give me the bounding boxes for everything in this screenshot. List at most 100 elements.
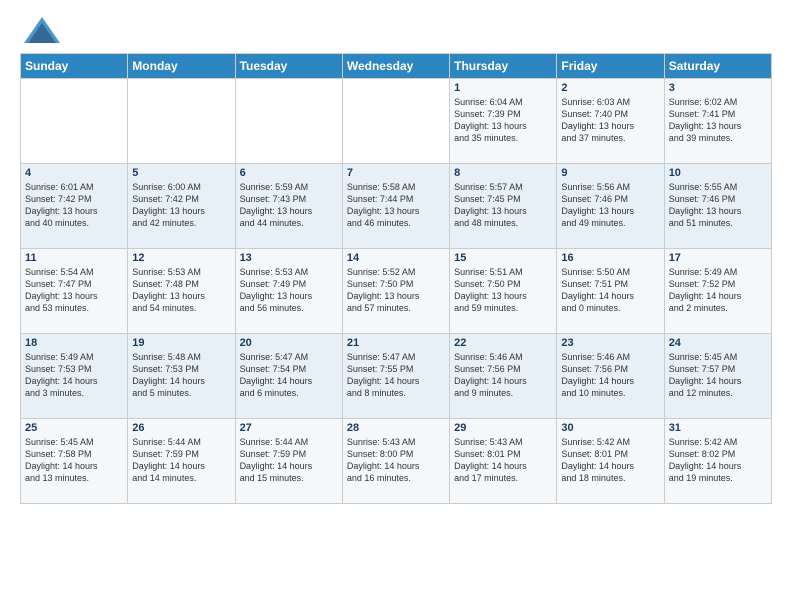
- day-number: 8: [454, 167, 552, 179]
- day-number: 20: [240, 337, 338, 349]
- day-number: 21: [347, 337, 445, 349]
- day-number: 24: [669, 337, 767, 349]
- week-row-3: 11Sunrise: 5:54 AM Sunset: 7:47 PM Dayli…: [21, 249, 772, 334]
- day-number: 10: [669, 167, 767, 179]
- day-info: Sunrise: 5:49 AM Sunset: 7:53 PM Dayligh…: [25, 351, 123, 400]
- day-cell: [21, 79, 128, 164]
- day-cell: 14 Sunrise: 5:52 AM Sunset: 7:50 PM Dayli…: [342, 249, 449, 334]
- day-cell: 13 Sunrise: 5:53 AM Sunset: 7:49 PM Dayli…: [235, 249, 342, 334]
- day-cell: 10 Sunrise: 5:55 AM Sunset: 7:46 PM Dayli…: [664, 164, 771, 249]
- day-number: 29: [454, 422, 552, 434]
- day-info: Sunrise: 6:00 AM Sunset: 7:42 PM Dayligh…: [132, 181, 230, 230]
- day-number: 22: [454, 337, 552, 349]
- day-number: 1: [454, 82, 552, 94]
- day-number: 14: [347, 252, 445, 264]
- day-cell: 22Sunrise: 5:46 AM Sunset: 7:56 PM Dayli…: [450, 334, 557, 419]
- day-info: Sunrise: 5:43 AM Sunset: 8:01 PM Dayligh…: [454, 436, 552, 485]
- day-number: 16: [561, 252, 659, 264]
- day-info: Sunrise: 5:53 AM Sunset: 7:49 PM Dayligh…: [240, 266, 338, 315]
- day-cell: [128, 79, 235, 164]
- day-cell: 1 Sunrise: 6:04 AM Sunset: 7:39 PM Daylig…: [450, 79, 557, 164]
- day-number: 6: [240, 167, 338, 179]
- day-number: 25: [25, 422, 123, 434]
- day-info: Sunrise: 6:01 AM Sunset: 7:42 PM Dayligh…: [25, 181, 123, 230]
- day-info: Sunrise: 5:52 AM Sunset: 7:50 PM Dayligh…: [347, 266, 445, 315]
- logo: [20, 15, 64, 43]
- day-number: 5: [132, 167, 230, 179]
- day-cell: 23Sunrise: 5:46 AM Sunset: 7:56 PM Dayli…: [557, 334, 664, 419]
- day-info: Sunrise: 6:02 AM Sunset: 7:41 PM Dayligh…: [669, 96, 767, 145]
- header-row: SundayMondayTuesdayWednesdayThursdayFrid…: [21, 54, 772, 79]
- day-cell: 26 Sunrise: 5:44 AM Sunset: 7:59 PM Dayli…: [128, 419, 235, 504]
- day-cell: 28 Sunrise: 5:43 AM Sunset: 8:00 PM Dayli…: [342, 419, 449, 504]
- day-info: Sunrise: 5:51 AM Sunset: 7:50 PM Dayligh…: [454, 266, 552, 315]
- day-cell: [342, 79, 449, 164]
- day-info: Sunrise: 6:03 AM Sunset: 7:40 PM Dayligh…: [561, 96, 659, 145]
- day-number: 9: [561, 167, 659, 179]
- day-number: 31: [669, 422, 767, 434]
- day-cell: 16 Sunrise: 5:50 AM Sunset: 7:51 PM Dayli…: [557, 249, 664, 334]
- day-info: Sunrise: 5:44 AM Sunset: 7:59 PM Dayligh…: [132, 436, 230, 485]
- day-number: 27: [240, 422, 338, 434]
- day-info: Sunrise: 5:45 AM Sunset: 7:57 PM Dayligh…: [669, 351, 767, 400]
- day-cell: 12 Sunrise: 5:53 AM Sunset: 7:48 PM Dayli…: [128, 249, 235, 334]
- week-row-5: 25Sunrise: 5:45 AM Sunset: 7:58 PM Dayli…: [21, 419, 772, 504]
- day-number: 30: [561, 422, 659, 434]
- week-row-4: 18 Sunrise: 5:49 AM Sunset: 7:53 PM Dayli…: [21, 334, 772, 419]
- day-cell: 19Sunrise: 5:48 AM Sunset: 7:53 PM Dayli…: [128, 334, 235, 419]
- day-number: 17: [669, 252, 767, 264]
- col-header-thursday: Thursday: [450, 54, 557, 79]
- day-number: 19: [132, 337, 230, 349]
- day-info: Sunrise: 5:49 AM Sunset: 7:52 PM Dayligh…: [669, 266, 767, 315]
- day-cell: 30 Sunrise: 5:42 AM Sunset: 8:01 PM Dayli…: [557, 419, 664, 504]
- day-cell: 20 Sunrise: 5:47 AM Sunset: 7:54 PM Dayli…: [235, 334, 342, 419]
- day-cell: 11Sunrise: 5:54 AM Sunset: 7:47 PM Dayli…: [21, 249, 128, 334]
- day-cell: 4 Sunrise: 6:01 AM Sunset: 7:42 PM Daylig…: [21, 164, 128, 249]
- logo-icon: [20, 15, 60, 43]
- day-info: Sunrise: 5:47 AM Sunset: 7:54 PM Dayligh…: [240, 351, 338, 400]
- day-info: Sunrise: 5:53 AM Sunset: 7:48 PM Dayligh…: [132, 266, 230, 315]
- day-info: Sunrise: 5:42 AM Sunset: 8:01 PM Dayligh…: [561, 436, 659, 485]
- day-info: Sunrise: 5:57 AM Sunset: 7:45 PM Dayligh…: [454, 181, 552, 230]
- day-info: Sunrise: 5:59 AM Sunset: 7:43 PM Dayligh…: [240, 181, 338, 230]
- day-cell: 3 Sunrise: 6:02 AM Sunset: 7:41 PM Daylig…: [664, 79, 771, 164]
- day-info: Sunrise: 5:42 AM Sunset: 8:02 PM Dayligh…: [669, 436, 767, 485]
- day-cell: 21 Sunrise: 5:47 AM Sunset: 7:55 PM Dayli…: [342, 334, 449, 419]
- day-cell: 24 Sunrise: 5:45 AM Sunset: 7:57 PM Dayli…: [664, 334, 771, 419]
- day-cell: 27 Sunrise: 5:44 AM Sunset: 7:59 PM Dayli…: [235, 419, 342, 504]
- day-number: 7: [347, 167, 445, 179]
- page: SundayMondayTuesdayWednesdayThursdayFrid…: [0, 0, 792, 612]
- day-info: Sunrise: 5:55 AM Sunset: 7:46 PM Dayligh…: [669, 181, 767, 230]
- day-number: 4: [25, 167, 123, 179]
- header: [20, 15, 772, 43]
- day-cell: 9Sunrise: 5:56 AM Sunset: 7:46 PM Daylig…: [557, 164, 664, 249]
- day-cell: 5 Sunrise: 6:00 AM Sunset: 7:42 PM Daylig…: [128, 164, 235, 249]
- calendar-table: SundayMondayTuesdayWednesdayThursdayFrid…: [20, 53, 772, 504]
- day-cell: 18 Sunrise: 5:49 AM Sunset: 7:53 PM Dayli…: [21, 334, 128, 419]
- day-info: Sunrise: 5:44 AM Sunset: 7:59 PM Dayligh…: [240, 436, 338, 485]
- day-number: 13: [240, 252, 338, 264]
- col-header-tuesday: Tuesday: [235, 54, 342, 79]
- day-number: 15: [454, 252, 552, 264]
- day-number: 11: [25, 252, 123, 264]
- day-cell: 29 Sunrise: 5:43 AM Sunset: 8:01 PM Dayli…: [450, 419, 557, 504]
- day-info: Sunrise: 5:50 AM Sunset: 7:51 PM Dayligh…: [561, 266, 659, 315]
- day-info: Sunrise: 5:43 AM Sunset: 8:00 PM Dayligh…: [347, 436, 445, 485]
- day-number: 2: [561, 82, 659, 94]
- day-number: 12: [132, 252, 230, 264]
- day-info: Sunrise: 6:04 AM Sunset: 7:39 PM Dayligh…: [454, 96, 552, 145]
- day-number: 26: [132, 422, 230, 434]
- day-cell: 8 Sunrise: 5:57 AM Sunset: 7:45 PM Daylig…: [450, 164, 557, 249]
- day-number: 18: [25, 337, 123, 349]
- day-number: 3: [669, 82, 767, 94]
- day-number: 28: [347, 422, 445, 434]
- day-info: Sunrise: 5:46 AM Sunset: 7:56 PM Dayligh…: [561, 351, 659, 400]
- day-cell: 15 Sunrise: 5:51 AM Sunset: 7:50 PM Dayli…: [450, 249, 557, 334]
- day-info: Sunrise: 5:47 AM Sunset: 7:55 PM Dayligh…: [347, 351, 445, 400]
- week-row-1: 1 Sunrise: 6:04 AM Sunset: 7:39 PM Daylig…: [21, 79, 772, 164]
- day-cell: 7Sunrise: 5:58 AM Sunset: 7:44 PM Daylig…: [342, 164, 449, 249]
- col-header-wednesday: Wednesday: [342, 54, 449, 79]
- day-cell: [235, 79, 342, 164]
- day-cell: 6 Sunrise: 5:59 AM Sunset: 7:43 PM Daylig…: [235, 164, 342, 249]
- week-row-2: 4 Sunrise: 6:01 AM Sunset: 7:42 PM Daylig…: [21, 164, 772, 249]
